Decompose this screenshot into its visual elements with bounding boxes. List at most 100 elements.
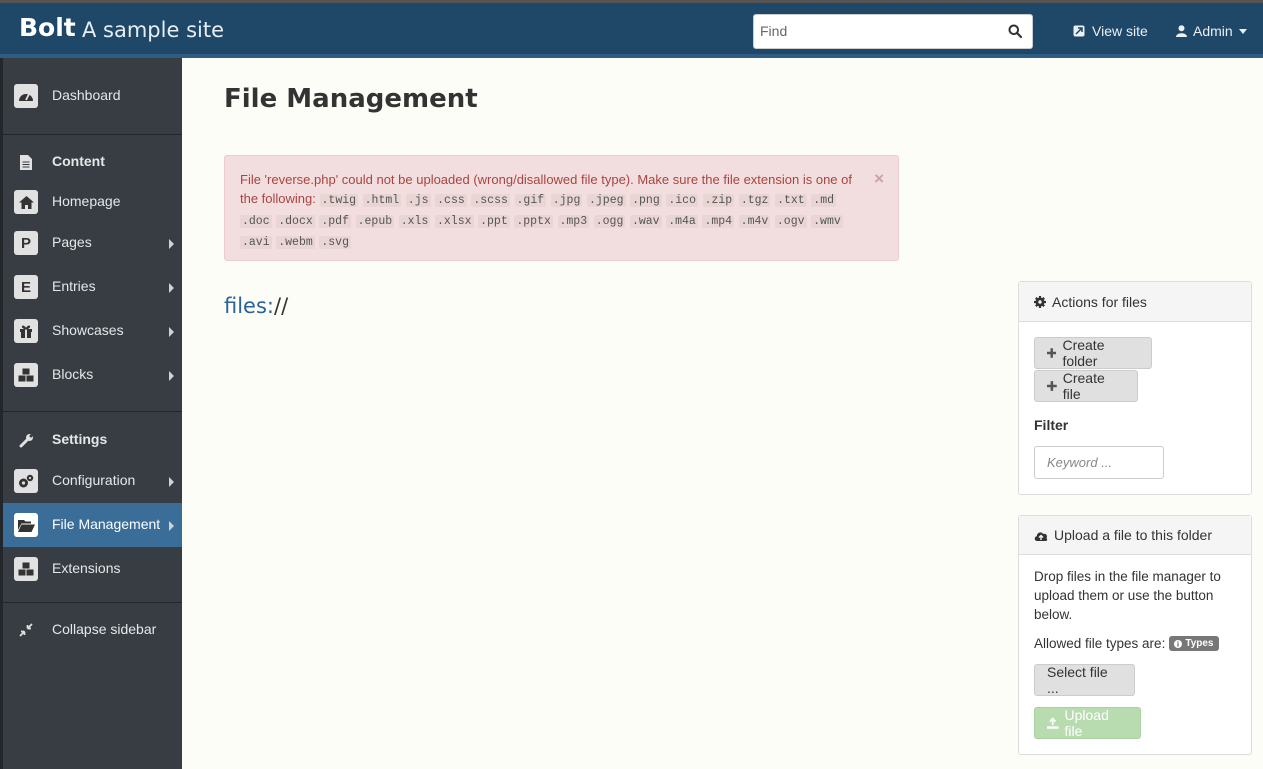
path-separator: // xyxy=(274,294,289,318)
alert-close-button[interactable]: × xyxy=(874,169,884,188)
caret-right-icon xyxy=(169,239,174,249)
extension-code: .twig xyxy=(319,194,359,207)
plus-icon xyxy=(1047,348,1057,358)
filter-input[interactable] xyxy=(1034,446,1164,479)
upload-panel: Upload a file to this folder Drop files … xyxy=(1018,515,1252,755)
sidebar-header-label: Content xyxy=(52,153,105,169)
extension-code: .webm xyxy=(276,236,315,249)
admin-menu[interactable]: Admin xyxy=(1176,23,1247,39)
extension-code: .txt xyxy=(775,194,807,207)
gears-icon xyxy=(14,469,38,493)
extension-code: .js xyxy=(405,194,431,207)
extension-code: .xls xyxy=(398,215,431,228)
caret-right-icon xyxy=(169,521,174,531)
sidebar-item-pages[interactable]: P Pages xyxy=(3,221,182,265)
actions-panel: Actions for files Create folder Create f… xyxy=(1018,281,1252,495)
sidebar-item-label: Configuration xyxy=(52,472,136,488)
sidebar-divider xyxy=(3,411,182,412)
breadcrumb: files:// xyxy=(224,294,288,318)
sidebar-item-label: Homepage xyxy=(52,193,121,209)
view-site-label: View site xyxy=(1092,23,1148,39)
extension-code: .doc xyxy=(240,215,272,228)
site-name[interactable]: A sample site xyxy=(82,18,224,42)
sidebar-item-label: Pages xyxy=(52,234,92,250)
extension-code: .docx xyxy=(276,215,315,228)
compress-icon xyxy=(14,618,38,642)
upload-panel-header: Upload a file to this folder xyxy=(1019,516,1251,555)
error-alert: File 'reverse.php' could not be uploaded… xyxy=(224,155,899,261)
extension-code: .css xyxy=(435,194,467,207)
extension-code: .svg xyxy=(319,236,351,249)
extension-code: .epub xyxy=(355,215,395,228)
sidebar-item-dashboard[interactable]: Dashboard xyxy=(3,74,182,118)
sidebar-header-content: Content xyxy=(3,140,182,184)
search-icon[interactable] xyxy=(1008,24,1022,38)
sidebar-item-homepage[interactable]: Homepage xyxy=(3,180,182,224)
cubes-icon xyxy=(14,363,38,387)
extension-code: .m4a xyxy=(666,215,698,228)
sidebar-divider xyxy=(3,134,182,135)
allowed-file-types: Allowed file types are: Types xyxy=(1034,636,1219,651)
plus-icon xyxy=(1047,381,1057,391)
extension-code: .tgz xyxy=(738,194,771,207)
cloud-upload-icon xyxy=(1034,531,1048,541)
sidebar-item-blocks[interactable]: Blocks xyxy=(3,353,182,397)
info-icon xyxy=(1174,639,1183,648)
extension-code: .html xyxy=(362,194,402,207)
search-input[interactable] xyxy=(760,19,1000,43)
types-badge[interactable]: Types xyxy=(1169,636,1219,651)
sidebar-header-settings: Settings xyxy=(3,418,182,462)
external-link-icon xyxy=(1073,25,1085,37)
extension-code: .m4v xyxy=(738,215,771,228)
filter-label: Filter xyxy=(1034,417,1069,433)
dashboard-icon xyxy=(14,84,38,108)
upload-description: Drop files in the file manager to upload… xyxy=(1034,569,1221,622)
button-label: Create file xyxy=(1062,370,1105,402)
gift-icon xyxy=(14,319,38,343)
create-file-button[interactable]: Create file xyxy=(1034,370,1138,402)
sidebar-divider xyxy=(3,602,182,603)
select-file-button[interactable]: Select file ... xyxy=(1034,664,1135,696)
sidebar-collapse-button[interactable]: Collapse sidebar xyxy=(3,608,182,652)
path-root-link[interactable]: files: xyxy=(224,294,274,318)
caret-right-icon xyxy=(169,371,174,381)
search-box xyxy=(753,14,1033,49)
extension-code: .ppt xyxy=(478,215,510,228)
pages-letter-icon: P xyxy=(14,231,38,255)
sidebar-header-label: Settings xyxy=(52,431,108,447)
button-label: Upload file xyxy=(1064,707,1109,739)
panel-title: Actions for files xyxy=(1052,293,1147,310)
panel-title: Upload a file to this folder xyxy=(1054,527,1212,543)
upload-icon xyxy=(1047,717,1059,729)
extension-code: .pptx xyxy=(514,215,553,228)
upload-file-button[interactable]: Upload file xyxy=(1034,707,1141,739)
cubes-icon xyxy=(14,557,38,581)
allowed-extensions-list: .twig .html .js .css .scss .gif .jpg .jp… xyxy=(240,191,844,249)
sidebar-item-showcases[interactable]: Showcases xyxy=(3,309,182,353)
sidebar-item-label: Blocks xyxy=(52,366,94,382)
sidebar-item-label: Collapse sidebar xyxy=(52,621,157,637)
create-folder-button[interactable]: Create folder xyxy=(1034,337,1152,369)
extension-code: .ogv xyxy=(774,215,807,228)
view-site-link[interactable]: View site xyxy=(1073,23,1148,39)
button-label: Create folder xyxy=(1062,337,1105,369)
extension-code: .xlsx xyxy=(434,215,474,228)
badge-label: Types xyxy=(1185,638,1214,649)
sidebar-item-extensions[interactable]: Extensions xyxy=(3,547,182,591)
sidebar-item-label: Dashboard xyxy=(52,87,121,103)
sidebar-item-configuration[interactable]: Configuration xyxy=(3,459,182,503)
caret-down-icon xyxy=(1238,28,1247,34)
brand-logo[interactable]: Bolt xyxy=(19,13,76,42)
actions-panel-header: Actions for files xyxy=(1019,282,1251,322)
extension-code: .gif xyxy=(514,194,547,207)
sidebar-item-label: Entries xyxy=(52,278,96,294)
extension-code: .wmv xyxy=(811,215,843,228)
caret-right-icon xyxy=(169,477,174,487)
sidebar-item-entries[interactable]: E Entries xyxy=(3,265,182,309)
sidebar-item-file-management[interactable]: File Management xyxy=(3,503,182,547)
caret-right-icon xyxy=(169,327,174,337)
extension-code: .mp4 xyxy=(702,215,735,228)
sidebar: Dashboard Content Homepage P Pages E Ent… xyxy=(0,58,182,769)
entries-letter-icon: E xyxy=(14,275,38,299)
caret-right-icon xyxy=(169,283,174,293)
